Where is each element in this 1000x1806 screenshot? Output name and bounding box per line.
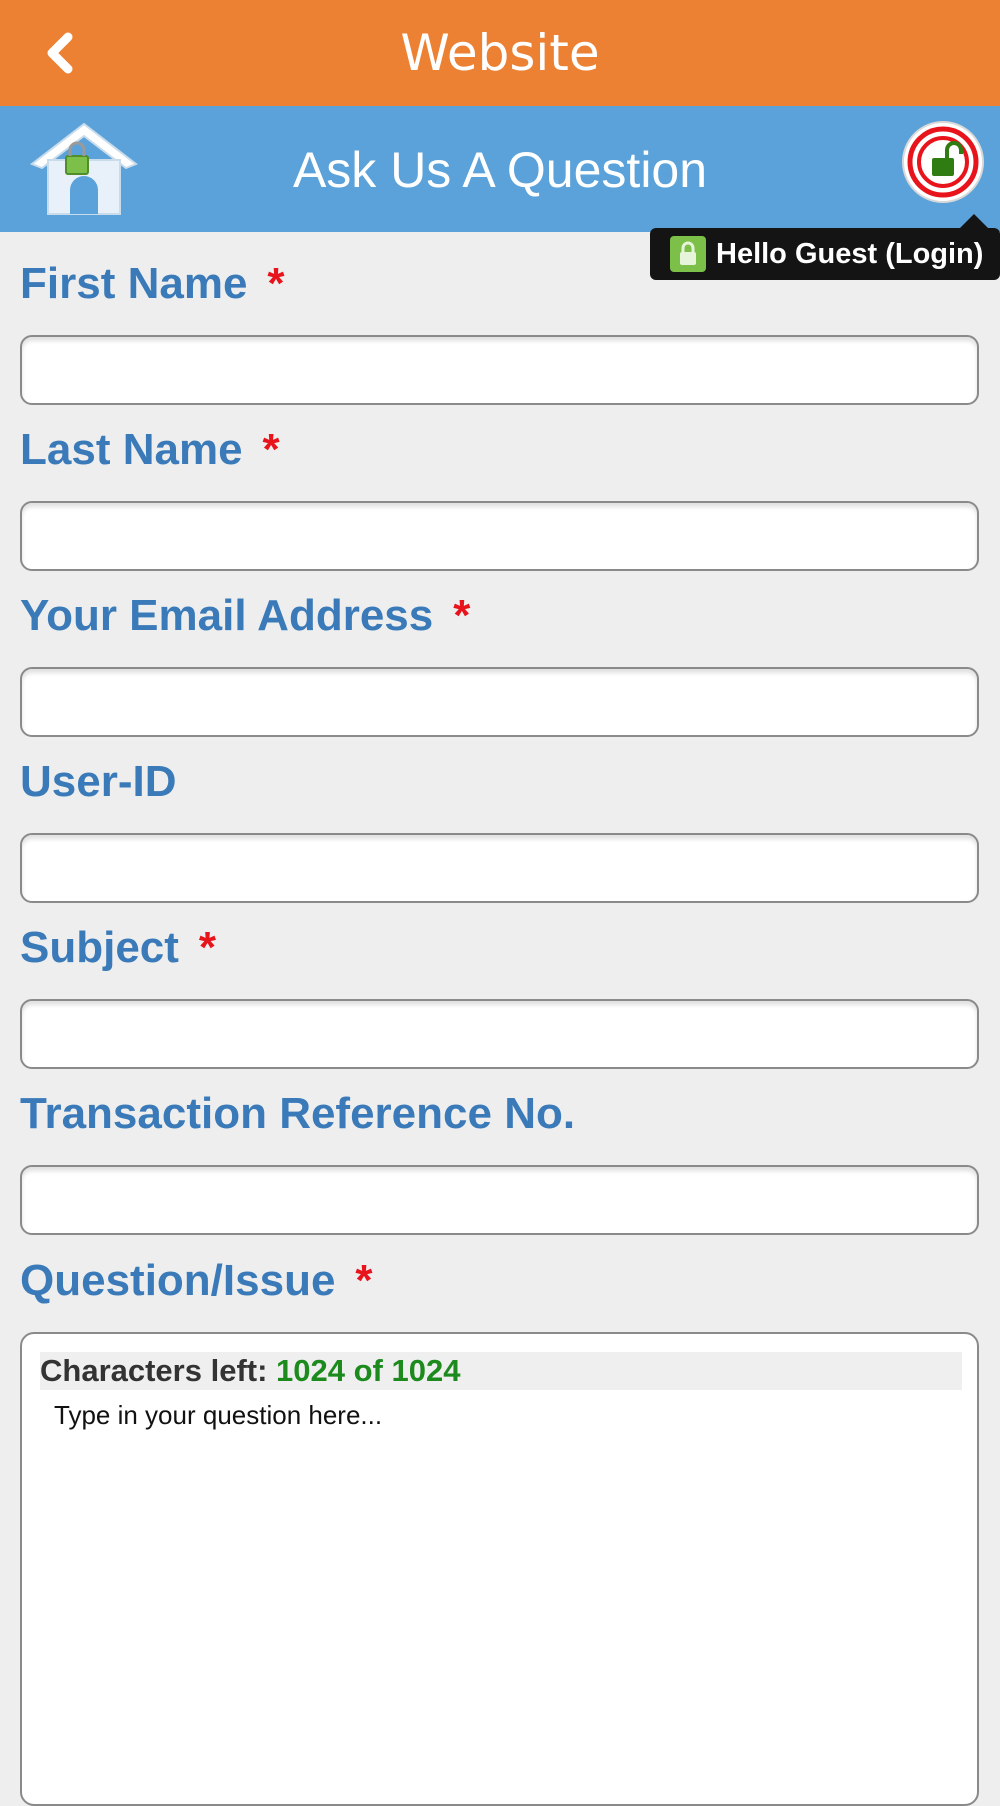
required-marker: * [453,591,471,640]
first-name-field[interactable] [20,335,979,405]
subject-label: Subject * [20,922,216,974]
question-box: Characters left: 1024 of 1024 [20,1332,979,1806]
section-title: Ask Us A Question [292,142,708,198]
required-marker: * [262,425,280,474]
user-id-label: User-ID [20,756,177,808]
subject-field[interactable] [20,999,979,1069]
question-label: Question/Issue * [20,1255,373,1307]
user-id-label-text: User-ID [20,757,177,806]
last-name-label: Last Name * [20,424,280,476]
email-label: Your Email Address * [20,590,470,642]
last-name-field[interactable] [20,501,979,571]
transaction-ref-label-text: Transaction Reference No. [20,1089,576,1138]
unlock-power-icon [902,121,984,203]
last-name-label-text: Last Name [20,425,243,474]
lock-icon [670,236,706,272]
user-id-field[interactable] [20,833,979,903]
app-header: Website [0,0,1000,106]
login-tooltip[interactable]: Hello Guest (Login) [650,214,1000,280]
required-marker: * [198,923,217,972]
transaction-ref-field[interactable] [20,1165,979,1235]
subject-label-text: Subject [20,923,179,972]
character-counter-value: 1024 of 1024 [276,1353,461,1388]
page-title: Website [400,24,600,82]
question-label-text: Question/Issue [20,1256,336,1305]
login-tooltip-label: Hello Guest (Login) [716,237,984,270]
first-name-label: First Name * [20,258,285,310]
email-label-text: Your Email Address [20,591,434,640]
first-name-label-text: First Name [20,259,248,308]
question-textarea[interactable] [52,1398,946,1782]
character-counter: Characters left: 1024 of 1024 [40,1352,962,1390]
required-marker: * [267,259,285,308]
required-marker: * [355,1256,373,1305]
login-button[interactable] [901,120,985,204]
transaction-ref-label: Transaction Reference No. [20,1088,575,1140]
email-field[interactable] [20,667,979,737]
character-counter-label: Characters left: [40,1353,268,1388]
